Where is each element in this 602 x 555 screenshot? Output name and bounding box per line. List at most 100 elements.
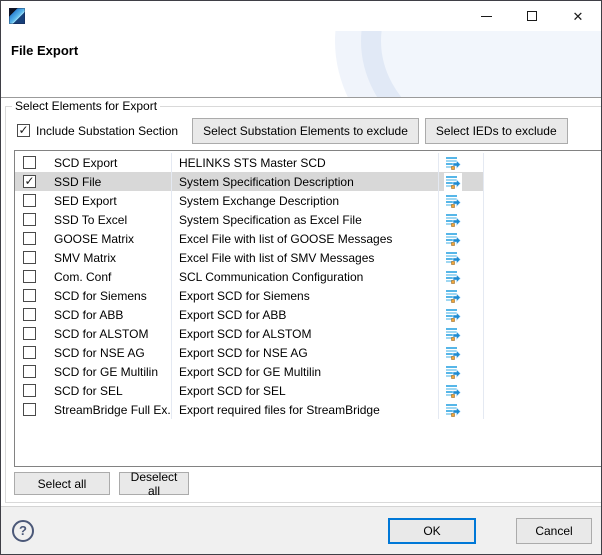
export-type-name: SSD File bbox=[54, 172, 172, 191]
maximize-icon bbox=[527, 11, 537, 21]
table-row[interactable]: SCD for Siemens Export SCD for Siemens bbox=[15, 286, 601, 305]
export-icon bbox=[444, 268, 462, 286]
app-icon bbox=[9, 8, 25, 24]
window-controls: ✕ bbox=[463, 1, 601, 31]
table-row[interactable]: StreamBridge Full Ex... Export required … bbox=[15, 400, 601, 419]
export-type-description: System Specification as Excel File bbox=[172, 210, 439, 229]
export-icon bbox=[444, 306, 462, 324]
export-icon bbox=[444, 287, 462, 305]
export-icon bbox=[444, 363, 462, 381]
bottom-bar: ? OK Cancel bbox=[1, 506, 601, 554]
export-type-description: Export SCD for GE Multilin bbox=[172, 362, 439, 381]
export-type-name: SCD for GE Multilin bbox=[54, 362, 172, 381]
row-checkbox[interactable] bbox=[23, 270, 36, 283]
export-icon bbox=[444, 154, 462, 172]
minimize-icon bbox=[481, 16, 492, 17]
export-type-description: Excel File with list of GOOSE Messages bbox=[172, 229, 439, 248]
row-checkbox[interactable] bbox=[23, 346, 36, 359]
minimize-button[interactable] bbox=[463, 1, 509, 31]
export-type-description: Export SCD for NSE AG bbox=[172, 343, 439, 362]
select-ieds-button[interactable]: Select IEDs to exclude bbox=[425, 118, 568, 144]
include-substation-label: Include Substation Section bbox=[36, 124, 178, 138]
table-row[interactable]: SED Export System Exchange Description bbox=[15, 191, 601, 210]
export-icon bbox=[444, 173, 462, 191]
banner-decoration bbox=[361, 31, 601, 98]
export-type-name: SCD for ABB bbox=[54, 305, 172, 324]
maximize-button[interactable] bbox=[509, 1, 555, 31]
row-checkbox[interactable] bbox=[23, 403, 36, 416]
action-row: Select all Deselect all bbox=[14, 472, 602, 495]
table-row[interactable]: Com. Conf SCL Communication Configuratio… bbox=[15, 267, 601, 286]
export-icon bbox=[444, 192, 462, 210]
row-checkbox[interactable] bbox=[23, 194, 36, 207]
export-table[interactable]: SCD Export HELINKS STS Master SCD SSD Fi… bbox=[14, 150, 602, 467]
deselect-all-button[interactable]: Deselect all bbox=[119, 472, 189, 495]
group-title: Select Elements for Export bbox=[12, 99, 160, 113]
table-row[interactable]: SCD for GE Multilin Export SCD for GE Mu… bbox=[15, 362, 601, 381]
export-type-description: HELINKS STS Master SCD bbox=[172, 153, 439, 172]
cancel-button[interactable]: Cancel bbox=[516, 518, 592, 544]
title-bar[interactable]: ✕ bbox=[1, 1, 601, 31]
include-substation-checkbox[interactable] bbox=[17, 124, 30, 137]
export-icon bbox=[444, 382, 462, 400]
export-type-description: Export required files for StreamBridge bbox=[172, 400, 439, 419]
export-type-name: SCD for SEL bbox=[54, 381, 172, 400]
table-row[interactable]: SCD for SEL Export SCD for SEL bbox=[15, 381, 601, 400]
table-row[interactable]: SSD To Excel System Specification as Exc… bbox=[15, 210, 601, 229]
table-row[interactable]: SCD for NSE AG Export SCD for NSE AG bbox=[15, 343, 601, 362]
export-type-description: Export SCD for ALSTOM bbox=[172, 324, 439, 343]
export-type-description: System Exchange Description bbox=[172, 191, 439, 210]
export-group: Select Elements for Export Include Subst… bbox=[5, 99, 602, 503]
export-icon bbox=[444, 344, 462, 362]
export-type-name: Com. Conf bbox=[54, 267, 172, 286]
table-row[interactable]: GOOSE Matrix Excel File with list of GOO… bbox=[15, 229, 601, 248]
export-type-name: SMV Matrix bbox=[54, 248, 172, 267]
row-checkbox[interactable] bbox=[23, 156, 36, 169]
export-icon bbox=[444, 230, 462, 248]
export-type-name: SCD for Siemens bbox=[54, 286, 172, 305]
table-row[interactable]: SSD File System Specification Descriptio… bbox=[15, 172, 601, 191]
export-type-name: GOOSE Matrix bbox=[54, 229, 172, 248]
export-icon bbox=[444, 325, 462, 343]
export-icon bbox=[444, 401, 462, 419]
row-checkbox[interactable] bbox=[23, 365, 36, 378]
export-icon bbox=[444, 211, 462, 229]
close-button[interactable]: ✕ bbox=[555, 1, 601, 31]
export-type-name: SCD for NSE AG bbox=[54, 343, 172, 362]
banner: File Export bbox=[1, 31, 601, 98]
row-checkbox[interactable] bbox=[23, 327, 36, 340]
question-icon: ? bbox=[19, 523, 27, 538]
row-checkbox[interactable] bbox=[23, 384, 36, 397]
export-type-description: Excel File with list of SMV Messages bbox=[172, 248, 439, 267]
export-type-name: SSD To Excel bbox=[54, 210, 172, 229]
table-row[interactable]: SCD for ALSTOM Export SCD for ALSTOM bbox=[15, 324, 601, 343]
ok-button[interactable]: OK bbox=[388, 518, 476, 544]
row-checkbox[interactable] bbox=[23, 308, 36, 321]
include-substation-row: Include Substation Section Select Substa… bbox=[10, 117, 602, 144]
file-export-dialog: ✕ File Export Select Elements for Export… bbox=[0, 0, 602, 555]
row-checkbox[interactable] bbox=[23, 175, 36, 188]
export-type-description: System Specification Description bbox=[172, 172, 439, 191]
row-checkbox[interactable] bbox=[23, 213, 36, 226]
export-type-description: Export SCD for Siemens bbox=[172, 286, 439, 305]
close-icon: ✕ bbox=[573, 10, 584, 23]
export-icon bbox=[444, 249, 462, 267]
row-checkbox[interactable] bbox=[23, 289, 36, 302]
row-checkbox[interactable] bbox=[23, 251, 36, 264]
export-type-name: StreamBridge Full Ex... bbox=[54, 400, 172, 419]
select-all-button[interactable]: Select all bbox=[14, 472, 110, 495]
export-type-name: SED Export bbox=[54, 191, 172, 210]
table-row[interactable]: SMV Matrix Excel File with list of SMV M… bbox=[15, 248, 601, 267]
select-substation-elements-button[interactable]: Select Substation Elements to exclude bbox=[192, 118, 419, 144]
table-row[interactable]: SCD Export HELINKS STS Master SCD bbox=[15, 153, 601, 172]
export-type-description: SCL Communication Configuration bbox=[172, 267, 439, 286]
export-type-name: SCD for ALSTOM bbox=[54, 324, 172, 343]
export-type-name: SCD Export bbox=[54, 153, 172, 172]
export-type-description: Export SCD for ABB bbox=[172, 305, 439, 324]
help-button[interactable]: ? bbox=[12, 520, 34, 542]
export-type-description: Export SCD for SEL bbox=[172, 381, 439, 400]
page-title: File Export bbox=[11, 43, 78, 58]
content-area: Select Elements for Export Include Subst… bbox=[1, 99, 601, 505]
table-row[interactable]: SCD for ABB Export SCD for ABB bbox=[15, 305, 601, 324]
row-checkbox[interactable] bbox=[23, 232, 36, 245]
